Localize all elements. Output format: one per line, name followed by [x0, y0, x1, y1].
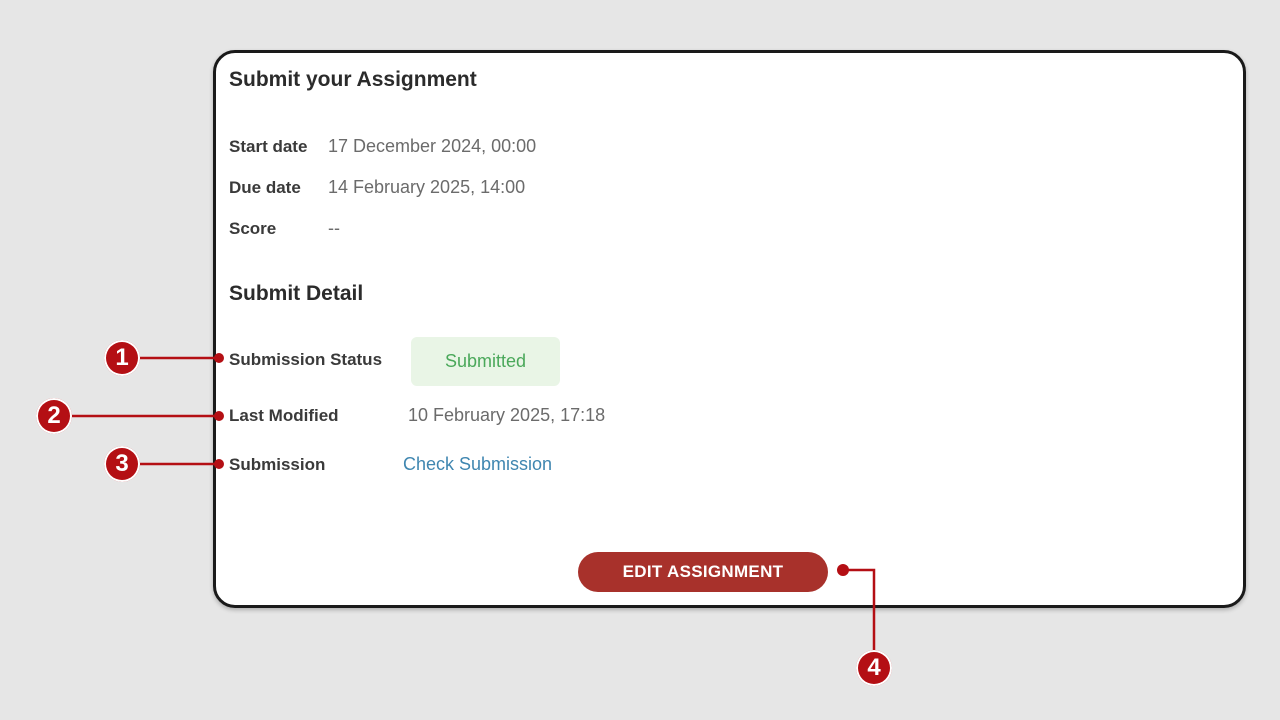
callout-2-badge: 2	[36, 398, 72, 434]
callout-lines	[72, 353, 876, 650]
callout-4-badge: 4	[856, 650, 892, 686]
callout-1-badge: 1	[104, 340, 140, 376]
callout-3-badge: 3	[104, 446, 140, 482]
